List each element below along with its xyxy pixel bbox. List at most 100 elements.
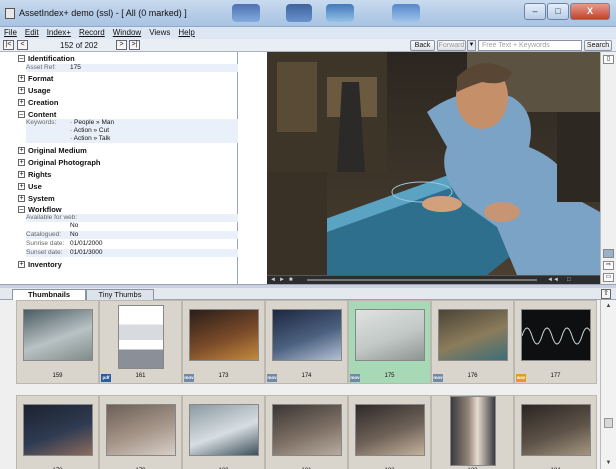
available-web-value-row: No <box>26 222 238 230</box>
rotate-icon[interactable]: ⇨ <box>603 261 614 270</box>
section-usage[interactable]: + Usage <box>18 86 51 95</box>
available-web-row: Available for web: <box>26 214 238 222</box>
section-format[interactable]: + Format <box>18 74 53 83</box>
forward-button[interactable]: Forward <box>437 40 466 51</box>
fit-icon[interactable]: ▭ <box>603 273 614 282</box>
seek-track[interactable] <box>307 279 537 281</box>
thumbnail-cell[interactable]: 179 <box>99 395 182 469</box>
thumbnail-tabs: Thumbnails Tiny Thumbs ⇧ <box>0 288 616 301</box>
app-icon <box>5 8 15 19</box>
menu-index[interactable]: Index+ <box>47 27 71 39</box>
section-use[interactable]: + Use <box>18 182 42 191</box>
search-input[interactable] <box>478 40 582 51</box>
minimize-button[interactable]: – <box>524 3 546 20</box>
expand-icon[interactable]: + <box>18 195 25 202</box>
expand-icon[interactable]: + <box>18 183 25 190</box>
thumbnail-scrollbar[interactable]: ▲ ▼ <box>600 300 616 469</box>
next-record-button[interactable]: > <box>116 40 127 50</box>
thumbnail-ref: 177 <box>550 373 561 379</box>
tab-tiny-thumbs[interactable]: Tiny Thumbs <box>86 289 154 300</box>
section-label: Creation <box>28 98 59 107</box>
menu-help[interactable]: Help <box>178 27 194 39</box>
forward-dropdown-icon[interactable]: ▼ <box>467 40 476 51</box>
expand-icon[interactable]: + <box>18 75 25 82</box>
expand-icon[interactable]: + <box>18 147 25 154</box>
first-record-button[interactable]: |< <box>3 40 14 50</box>
section-label: Inventory <box>28 260 62 269</box>
thumbnail-cell[interactable]: 180 <box>182 395 265 469</box>
thumbnail-cell[interactable]: mov 174 <box>265 300 348 384</box>
thumbnail-image <box>520 309 591 361</box>
thumbnail-cell[interactable]: wav 177 <box>514 300 597 384</box>
search-button[interactable]: Search <box>584 40 612 51</box>
section-label: Content <box>28 110 57 119</box>
stop-icon[interactable]: ■ <box>289 277 293 284</box>
menu-edit[interactable]: Edit <box>25 27 39 39</box>
panel-toggle-icon[interactable]: ▯ <box>603 55 614 64</box>
scroll-up-icon[interactable]: ▲ <box>604 302 613 310</box>
thumbnail-cell[interactable]: 184 <box>514 395 597 469</box>
thumbnail-image <box>22 309 93 361</box>
maximize-button[interactable]: □ <box>547 3 569 20</box>
play-icon[interactable]: ► <box>279 277 285 284</box>
field-label: Catalogued: <box>26 231 62 238</box>
section-original-photograph[interactable]: + Original Photograph <box>18 158 101 167</box>
thumbnail-ref: 161 <box>135 373 146 379</box>
field-label: Keywords: <box>26 119 57 126</box>
expand-icon[interactable]: + <box>18 87 25 94</box>
section-identification[interactable]: – Identification <box>18 54 75 63</box>
section-label: Format <box>28 74 54 83</box>
collapse-up-icon[interactable]: ⇧ <box>601 289 611 299</box>
volume-icon[interactable]: ◄◄ <box>547 277 559 284</box>
section-original-medium[interactable]: + Original Medium <box>18 146 87 155</box>
toolbar: |< < 152 of 202 > >| Back Forward ▼ Sear… <box>0 39 616 52</box>
expand-icon[interactable]: + <box>18 159 25 166</box>
thumbnail-cell[interactable]: 182 <box>348 395 431 469</box>
thumbnail-image <box>520 404 591 456</box>
collapse-icon[interactable]: – <box>18 55 25 62</box>
back-button[interactable]: Back <box>410 40 435 51</box>
thumbnail-cell[interactable]: 183 <box>431 395 514 469</box>
collapse-icon[interactable]: – <box>18 206 25 213</box>
video-preview[interactable] <box>267 52 600 275</box>
zoom-in-icon[interactable] <box>603 249 614 258</box>
expand-icon[interactable]: + <box>18 99 25 106</box>
thumbnail-cell[interactable]: 159 <box>16 300 99 384</box>
fullscreen-icon[interactable]: □ <box>567 277 571 284</box>
thumbnail-image <box>354 404 425 456</box>
scroll-down-icon[interactable]: ▼ <box>604 459 613 467</box>
menu-window[interactable]: Window <box>113 27 141 39</box>
thumbnail-image <box>117 305 164 369</box>
thumbnail-ref: 159 <box>52 373 63 379</box>
collapse-icon[interactable]: – <box>18 111 25 118</box>
expand-icon[interactable]: + <box>18 261 25 268</box>
thumbnail-cell[interactable]: 181 <box>265 395 348 469</box>
thumbnail-cell[interactable]: mov 173 <box>182 300 265 384</box>
section-inventory[interactable]: + Inventory <box>18 260 62 269</box>
field-label: Asset Ref: <box>26 64 56 71</box>
close-button[interactable]: X <box>570 3 610 20</box>
keyword-text: People » Man <box>73 119 115 126</box>
thumbnail-cell[interactable]: mov 175 <box>348 300 431 384</box>
section-label: Identification <box>28 54 75 63</box>
title-bar: AssetIndex+ demo (ssl) - [ All (0 marked… <box>0 0 616 27</box>
menu-record[interactable]: Record <box>79 27 105 39</box>
section-system[interactable]: + System <box>18 194 55 203</box>
previous-record-button[interactable]: < <box>17 40 28 50</box>
play-icon[interactable]: ◄ <box>270 277 276 284</box>
thumbnail-cell[interactable]: mov 176 <box>431 300 514 384</box>
thumbnail-cell[interactable]: pdf 161 <box>99 300 182 384</box>
keywords-row: Keywords: · People » Man · Action » Cut … <box>26 119 238 143</box>
menu-views[interactable]: Views <box>149 27 170 39</box>
menu-bar: File Edit Index+ Record Window Views Hel… <box>0 27 616 39</box>
thumbnail-cell[interactable]: wav178 <box>16 395 99 469</box>
thumbnail-image <box>271 404 342 456</box>
menu-file[interactable]: File <box>4 27 17 39</box>
section-workflow[interactable]: – Workflow <box>18 205 62 214</box>
last-record-button[interactable]: >| <box>129 40 140 50</box>
expand-icon[interactable]: + <box>18 171 25 178</box>
section-content[interactable]: – Content <box>18 110 56 119</box>
section-creation[interactable]: + Creation <box>18 98 58 107</box>
section-rights[interactable]: + Rights <box>18 170 51 179</box>
scroll-thumb[interactable] <box>604 418 613 428</box>
